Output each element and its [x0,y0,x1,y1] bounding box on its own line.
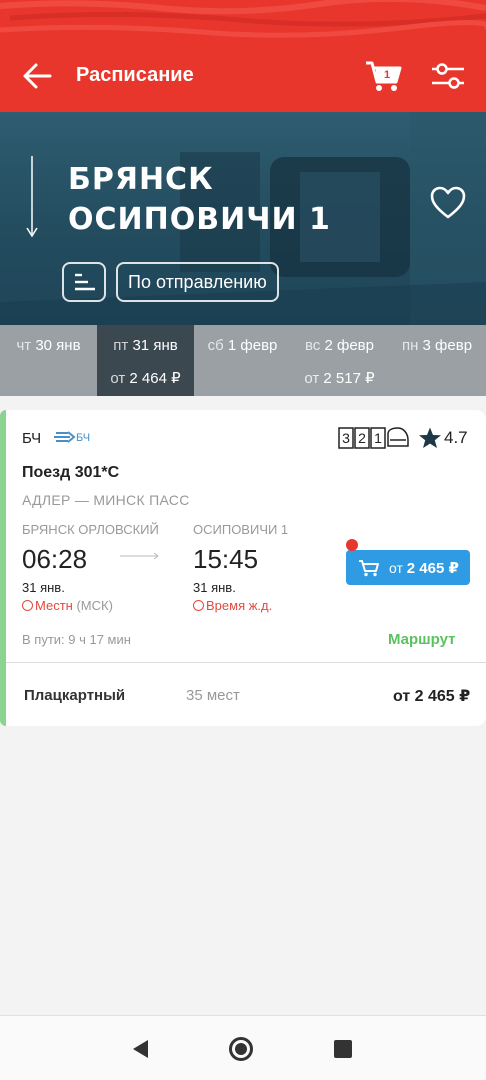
departure-station: БРЯНСК ОРЛОВСКИЙ [22,522,159,537]
arrow-right-icon [120,552,159,560]
arrival-timezone: Время ж.д. [193,598,272,613]
nav-back-icon[interactable] [130,1038,150,1060]
cart-badge: 1 [384,69,390,81]
divider [6,662,486,663]
train-card[interactable]: БЧ БЧ 3 2 1 4.7 Поезд 301*С АДЛЕР — МИНС… [0,410,486,726]
status-bar [0,0,486,40]
carrier-logo-icon: БЧ [54,431,90,444]
arrival-date: 31 янв. [193,580,236,595]
arrow-left-icon[interactable] [20,60,54,92]
travel-duration: В пути: 9 ч 17 мин [22,632,131,647]
date-tab-30-jan[interactable]: чт 30 янв [0,325,97,396]
availability-stripe [0,410,6,726]
carrier-name: БЧ [22,430,42,447]
route-direction-icon [26,156,38,238]
seat-class-name[interactable]: Плацкартный [24,687,125,704]
svg-text:3: 3 [342,430,350,446]
date-selector: чт 30 янв пт 31 янв от 2 464 ₽ сб 1 февр… [0,325,486,396]
seat-count: 35 мест [186,687,240,704]
sort-mode-button[interactable]: По отправлению [116,262,279,302]
page-title: Расписание [76,64,194,86]
svg-text:2: 2 [358,430,366,446]
seat-price[interactable]: от 2 465 ₽ [393,686,470,706]
date-tab-1-feb[interactable]: сб 1 февр [194,325,291,396]
date-tab-3-feb[interactable]: пн 3 февр [388,325,486,396]
train-rating: 4.7 [444,428,468,447]
cart-icon[interactable]: 1 [364,58,404,94]
route-header: БРЯНСК ОСИПОВИЧИ 1 По отправлению [0,112,486,325]
heart-icon[interactable] [430,186,466,220]
departure-time: 06:28 [22,544,88,574]
train-number: Поезд 301*С [22,464,120,481]
car-classes-icon: 3 2 1 [338,427,409,449]
star-icon [419,427,441,448]
clock-icon [193,600,204,611]
toolbar: Расписание 1 [0,40,486,112]
arrival-time: 15:45 [193,544,259,574]
date-price: 2 517 ₽ [323,370,375,387]
sliders-icon[interactable] [430,60,466,92]
route-title: БРЯНСК ОСИПОВИЧИ 1 [68,160,331,240]
sort-icon [75,273,95,291]
departure-date: 31 янв. [22,580,65,595]
nav-recent-icon[interactable] [334,1040,352,1058]
clock-icon [22,600,33,611]
cart-icon [359,560,379,577]
buy-price: 2 465 ₽ [406,560,459,577]
notification-dot [346,539,358,551]
train-route: АДЛЕР — МИНСК ПАСС [22,492,190,508]
date-tab-2-feb[interactable]: вс 2 февр от 2 517 ₽ [291,325,388,396]
date-tab-31-jan[interactable]: пт 31 янв от 2 464 ₽ [97,325,194,396]
svg-text:1: 1 [374,430,382,446]
route-from: БРЯНСК [68,162,214,197]
arrival-station: ОСИПОВИЧИ 1 [193,522,289,537]
route-link[interactable]: Маршрут [388,631,456,648]
nav-home-icon[interactable] [228,1036,254,1062]
buy-ticket-button[interactable]: от 2 465 ₽ [346,550,470,585]
svg-text:БЧ: БЧ [76,432,90,444]
system-nav-bar [0,1015,486,1080]
sort-button[interactable] [62,262,106,302]
departure-timezone: Местн (МСК) [22,598,113,613]
redaction-scribble [0,0,486,38]
date-price: 2 464 ₽ [129,370,181,387]
route-to: ОСИПОВИЧИ 1 [68,202,331,237]
